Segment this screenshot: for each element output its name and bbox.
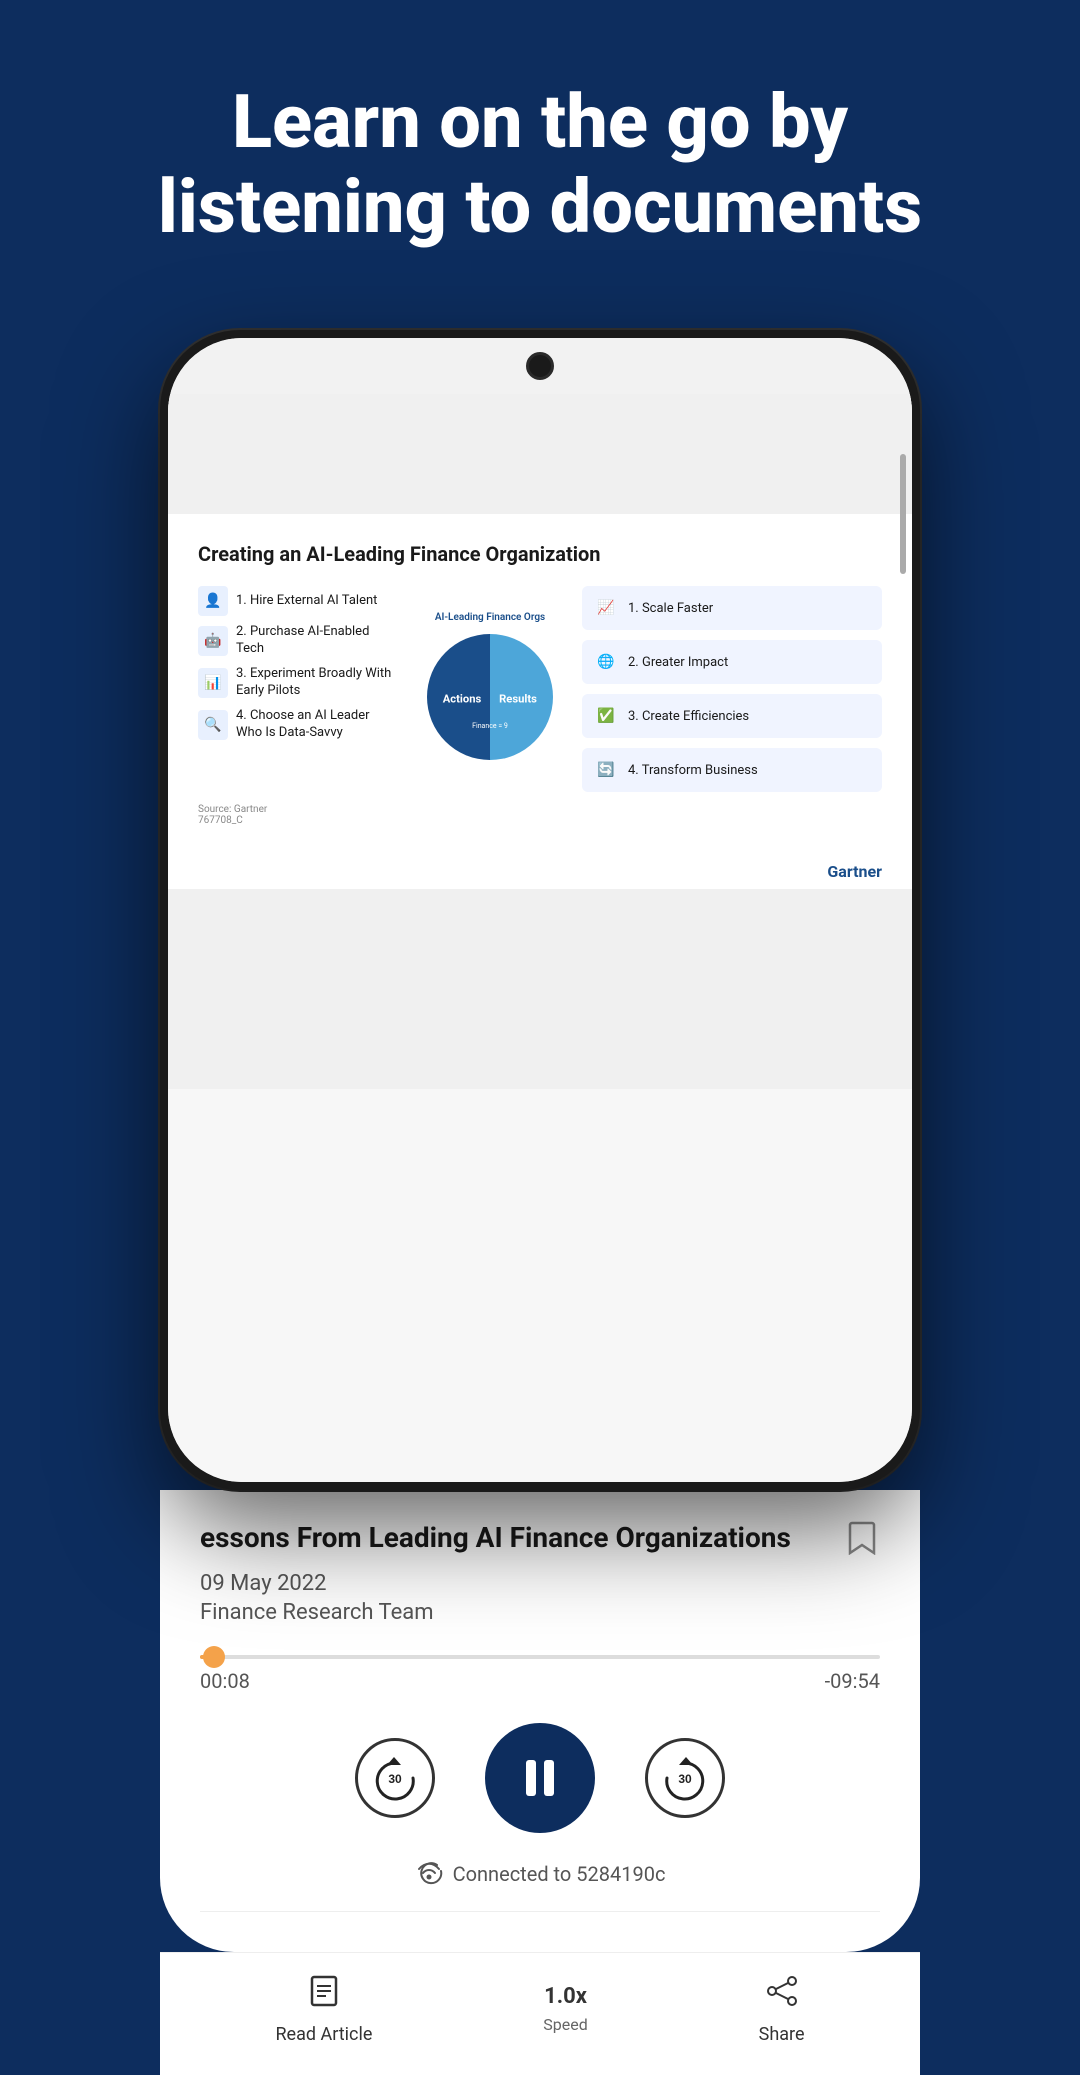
diagram-container: 👤 1. Hire External AI Talent 🤖 2. Purcha… — [198, 586, 882, 792]
bottom-panel: essons From Leading AI Finance Organizat… — [160, 1490, 920, 1951]
scroll-indicator[interactable] — [900, 454, 906, 574]
list-item: ✅ 3. Create Efficiencies — [582, 694, 882, 738]
list-item: 👤 1. Hire External AI Talent — [198, 586, 398, 616]
list-item: 🔍 4. Choose an AI Leader Who Is Data-Sav… — [198, 708, 398, 742]
progress-container[interactable] — [200, 1655, 880, 1659]
action-icon-1: 👤 — [198, 586, 228, 616]
connected-row: Connected to 5284190c — [200, 1857, 880, 1912]
phone-notch — [168, 338, 912, 394]
nav-read-article-label: Read Article — [275, 2024, 372, 2045]
article-title-row: essons From Leading AI Finance Organizat… — [200, 1520, 880, 1556]
time-row: 00:08 -09:54 — [200, 1669, 880, 1693]
list-item: 📈 1. Scale Faster — [582, 586, 882, 630]
action-text-3: 3. Experiment Broadly With Early Pilots — [236, 666, 398, 700]
time-current: 00:08 — [200, 1669, 250, 1693]
pie-label: AI-Leading Finance Orgs — [435, 612, 545, 623]
nav-read-article[interactable]: Read Article — [275, 1973, 372, 2045]
doc-content: Creating an AI-Leading Finance Organizat… — [168, 514, 912, 854]
speed-value: 1.0x — [544, 1984, 587, 2009]
time-remaining: -09:54 — [825, 1669, 880, 1693]
result-text-2: 2. Greater Impact — [628, 655, 728, 670]
result-text-1: 1. Scale Faster — [628, 601, 713, 616]
read-article-icon — [306, 1973, 342, 2018]
skip-back-button[interactable]: 30 — [355, 1738, 435, 1818]
svg-text:30: 30 — [388, 1772, 402, 1786]
pause-icon — [526, 1760, 554, 1796]
nav-share-label: Share — [759, 2024, 805, 2045]
wifi-icon — [415, 1857, 443, 1891]
doc-title: Creating an AI-Leading Finance Organizat… — [198, 542, 882, 566]
svg-text:Finance = 9: Finance = 9 — [472, 721, 508, 729]
doc-blank-top — [168, 394, 912, 514]
action-text-2: 2. Purchase AI-Enabled Tech — [236, 624, 398, 658]
article-author: Finance Research Team — [200, 1600, 880, 1625]
action-text-4: 4. Choose an AI Leader Who Is Data-Savvy — [236, 708, 398, 742]
result-icon-4: 🔄 — [592, 756, 620, 784]
bookmark-icon[interactable] — [844, 1520, 880, 1556]
pause-button[interactable] — [485, 1723, 595, 1833]
header-title: Learn on the go by listening to document… — [80, 80, 1000, 250]
svg-text:Actions: Actions — [443, 692, 482, 705]
action-icon-2: 🤖 — [198, 626, 228, 656]
pie-chart-area: AI-Leading Finance Orgs Actions Results — [410, 586, 570, 792]
result-text-3: 3. Create Efficiencies — [628, 709, 749, 724]
controls-row: 30 30 — [200, 1723, 880, 1833]
list-item: 🤖 2. Purchase AI-Enabled Tech — [198, 624, 398, 658]
nav-speed[interactable]: 1.0x Speed — [543, 1984, 587, 2034]
article-title: essons From Leading AI Finance Organizat… — [200, 1520, 844, 1556]
phone-camera — [526, 352, 554, 380]
results-list: 📈 1. Scale Faster 🌐 2. Greater Impact ✅ … — [582, 586, 882, 792]
connected-text: Connected to 5284190c — [453, 1862, 666, 1886]
svg-text:Results: Results — [499, 692, 537, 705]
result-icon-1: 📈 — [592, 594, 620, 622]
share-icon — [764, 1973, 800, 2018]
article-date: 09 May 2022 — [200, 1571, 880, 1596]
page-header: Learn on the go by listening to document… — [0, 0, 1080, 290]
list-item: 🔄 4. Transform Business — [582, 748, 882, 792]
result-icon-2: 🌐 — [592, 648, 620, 676]
list-item: 🌐 2. Greater Impact — [582, 640, 882, 684]
result-text-4: 4. Transform Business — [628, 763, 758, 778]
action-icon-4: 🔍 — [198, 710, 228, 740]
doc-brand: Gartner — [168, 854, 912, 889]
bottom-nav: Read Article 1.0x Speed Share — [160, 1952, 920, 2075]
progress-dot — [203, 1646, 225, 1668]
phone-inner: Creating an AI-Leading Finance Organizat… — [168, 338, 912, 1482]
phone-wrapper: Creating an AI-Leading Finance Organizat… — [160, 330, 920, 2074]
result-icon-3: ✅ — [592, 702, 620, 730]
action-icon-3: 📊 — [198, 668, 228, 698]
pause-bar-left — [526, 1760, 536, 1796]
doc-source: Source: Gartner767708_C — [198, 804, 882, 826]
phone-frame: Creating an AI-Leading Finance Organizat… — [160, 330, 920, 1490]
skip-forward-button[interactable]: 30 — [645, 1738, 725, 1818]
svg-text:30: 30 — [678, 1772, 692, 1786]
progress-track — [200, 1655, 880, 1659]
pie-chart-svg: Actions Results Finance = 9 — [420, 627, 560, 767]
doc-blank-bottom — [168, 889, 912, 1089]
nav-share[interactable]: Share — [759, 1973, 805, 2045]
list-item: 📊 3. Experiment Broadly With Early Pilot… — [198, 666, 398, 700]
document-area: Creating an AI-Leading Finance Organizat… — [168, 394, 912, 1482]
speed-label: Speed — [543, 2015, 587, 2034]
action-text-1: 1. Hire External AI Talent — [236, 593, 377, 610]
actions-list: 👤 1. Hire External AI Talent 🤖 2. Purcha… — [198, 586, 398, 792]
pause-bar-right — [544, 1760, 554, 1796]
